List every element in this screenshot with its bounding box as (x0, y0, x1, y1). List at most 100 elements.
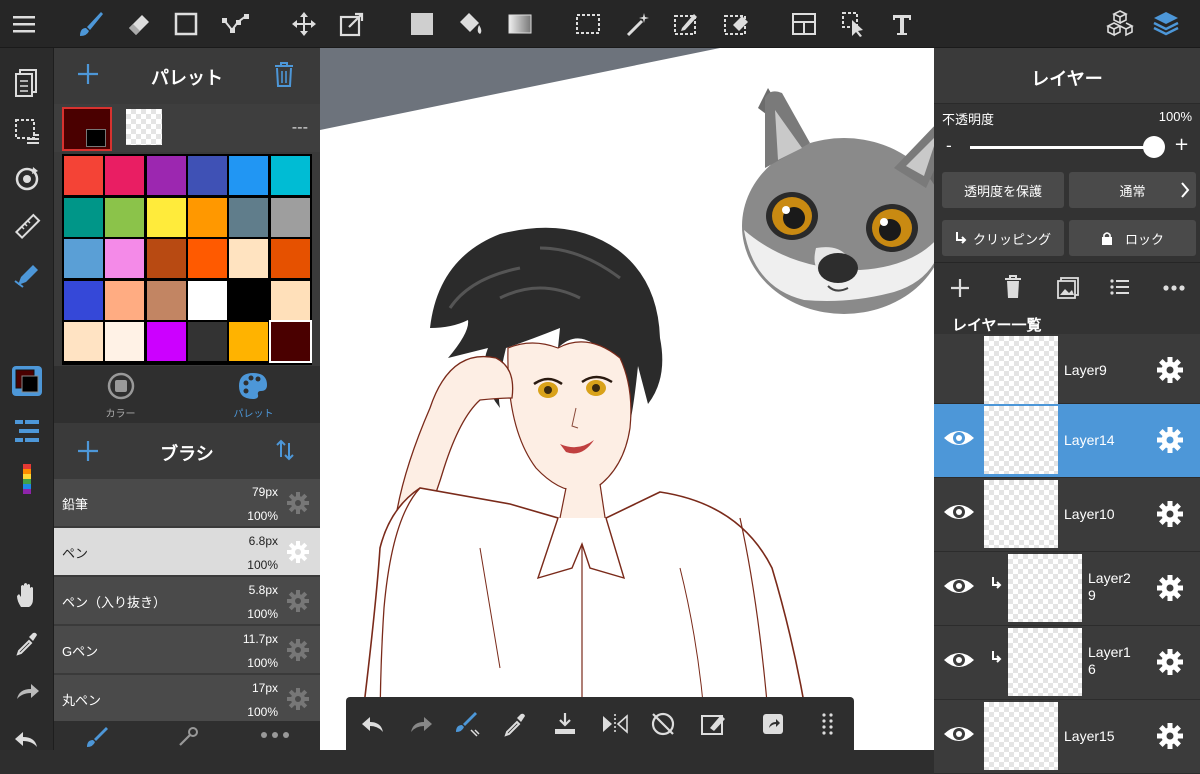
share-icon[interactable] (756, 707, 790, 741)
palette-color-cell[interactable] (270, 239, 310, 278)
gradient-tool-icon[interactable] (502, 6, 538, 42)
eye-icon[interactable] (942, 722, 976, 746)
layer-list-icon[interactable] (8, 412, 46, 450)
hand-tool-icon[interactable] (8, 576, 46, 614)
transparent-swatch[interactable] (126, 109, 162, 145)
brush-tool-icon[interactable] (72, 6, 108, 42)
lock-button[interactable]: ロック (1069, 220, 1196, 256)
tab-palette[interactable]: パレット (187, 366, 320, 423)
eye-icon[interactable] (942, 500, 976, 524)
layer-row[interactable]: Layer1 6 (934, 626, 1200, 700)
secondary-color-swatch[interactable] (86, 129, 106, 147)
palette-color-cell[interactable] (64, 239, 103, 278)
palette-color-cell[interactable] (229, 322, 269, 361)
palette-color-cell[interactable] (187, 156, 227, 195)
brush-more-icon[interactable] (260, 731, 290, 739)
delete-layer-icon[interactable] (1003, 274, 1023, 300)
brush-switch-icon[interactable] (450, 707, 484, 741)
opacity-slider-track[interactable] (970, 136, 1165, 158)
brush-row[interactable]: 鉛筆 79px 100% (54, 479, 320, 527)
layers-icon[interactable] (1148, 6, 1184, 42)
palette-menu-text[interactable]: --- (292, 118, 308, 136)
brush-row[interactable]: Gペン 11.7px 100% (54, 626, 320, 674)
palette-color-cell[interactable] (229, 156, 269, 195)
palette-color-cell[interactable] (270, 280, 310, 320)
undo-icon[interactable] (356, 707, 390, 741)
snap-pen-icon[interactable] (8, 256, 46, 294)
clipping-button[interactable]: クリッピング (942, 220, 1064, 256)
palette-color-cell[interactable] (187, 322, 227, 361)
sort-brush-icon[interactable] (274, 439, 296, 461)
vector-tool-icon[interactable] (217, 6, 253, 42)
move-tool-icon[interactable] (286, 6, 322, 42)
palette-color-cell[interactable] (146, 322, 186, 361)
palette-color-cell[interactable] (105, 280, 145, 320)
magic-wand-tool-icon[interactable] (620, 6, 656, 42)
fill-color-tool-icon[interactable] (404, 6, 440, 42)
eyedropper-icon[interactable] (498, 707, 532, 741)
gear-icon[interactable] (1156, 426, 1184, 454)
blend-mode-button[interactable]: 通常 (1069, 172, 1196, 208)
palette-color-cell[interactable] (64, 280, 103, 320)
eye-icon[interactable] (942, 426, 976, 450)
opacity-plus[interactable]: + (1174, 134, 1189, 155)
select-tool-icon[interactable] (570, 6, 606, 42)
redo-icon[interactable] (404, 707, 438, 741)
gear-icon[interactable] (1156, 648, 1184, 676)
eyedropper-icon[interactable] (8, 624, 46, 662)
menu-icon[interactable] (6, 6, 42, 42)
gear-icon[interactable] (1156, 722, 1184, 750)
brush-tab-icon[interactable] (84, 725, 108, 749)
palette-color-cell[interactable] (229, 197, 269, 237)
rectangle-select-tool-icon[interactable] (168, 6, 204, 42)
palette-color-cell[interactable] (146, 239, 186, 278)
palette-color-cell[interactable] (146, 156, 186, 195)
palette-color-cell[interactable] (229, 280, 269, 320)
layer-row[interactable]: Layer14 (934, 404, 1200, 478)
undo-icon[interactable] (8, 720, 46, 758)
transform-tool-icon[interactable] (334, 6, 370, 42)
eye-icon[interactable] (942, 574, 976, 598)
gear-icon[interactable] (1156, 574, 1184, 602)
brush-row[interactable]: ペン 6.8px 100% (54, 528, 320, 576)
add-layer-icon[interactable] (948, 276, 972, 300)
operation-tool-icon[interactable] (836, 6, 872, 42)
rotate-canvas-icon[interactable] (8, 160, 46, 198)
palette-color-cell[interactable] (270, 156, 310, 195)
opacity-slider-knob[interactable] (1143, 136, 1165, 158)
drawing-canvas[interactable] (320, 48, 934, 750)
palette-color-cell[interactable] (64, 156, 103, 195)
document-icon[interactable] (8, 64, 46, 102)
ruler-icon[interactable] (8, 208, 46, 246)
rotate-lock-icon[interactable] (646, 707, 680, 741)
select-pen-tool-icon[interactable] (668, 6, 704, 42)
gear-icon[interactable] (286, 540, 310, 564)
gear-icon[interactable] (286, 491, 310, 515)
palette-color-cell[interactable] (187, 197, 227, 237)
palette-color-cell[interactable] (270, 197, 310, 237)
gear-icon[interactable] (286, 638, 310, 662)
color-bar-icon[interactable] (8, 460, 46, 498)
palette-color-cell[interactable] (146, 280, 186, 320)
gear-icon[interactable] (286, 687, 310, 711)
protect-alpha-button[interactable]: 透明度を保護 (942, 172, 1064, 208)
brush-row[interactable]: 丸ペン 17px 100% (54, 675, 320, 723)
palette-color-cell[interactable] (105, 322, 145, 361)
bucket-tool-icon[interactable] (452, 6, 488, 42)
select-eraser-tool-icon[interactable] (718, 6, 754, 42)
brush-row[interactable]: ペン（入り抜き） 5.8px 100% (54, 577, 320, 625)
color-swatch-icon[interactable] (8, 362, 46, 400)
eraser-tool-icon[interactable] (120, 6, 156, 42)
layer-row[interactable]: Layer10 (934, 478, 1200, 552)
text-tool-icon[interactable] (884, 6, 920, 42)
palette-color-cell[interactable] (146, 197, 186, 237)
layer-row[interactable]: Layer9 (934, 334, 1200, 404)
layer-row[interactable]: Layer2 9 (934, 552, 1200, 626)
clear-edit-icon[interactable] (696, 707, 730, 741)
palette-color-cell[interactable] (105, 239, 145, 278)
eye-icon[interactable] (942, 648, 976, 672)
palette-color-cell[interactable] (268, 320, 312, 363)
palette-color-cell[interactable] (64, 197, 103, 237)
material-icon[interactable] (1102, 6, 1138, 42)
frame-divide-tool-icon[interactable] (786, 6, 822, 42)
